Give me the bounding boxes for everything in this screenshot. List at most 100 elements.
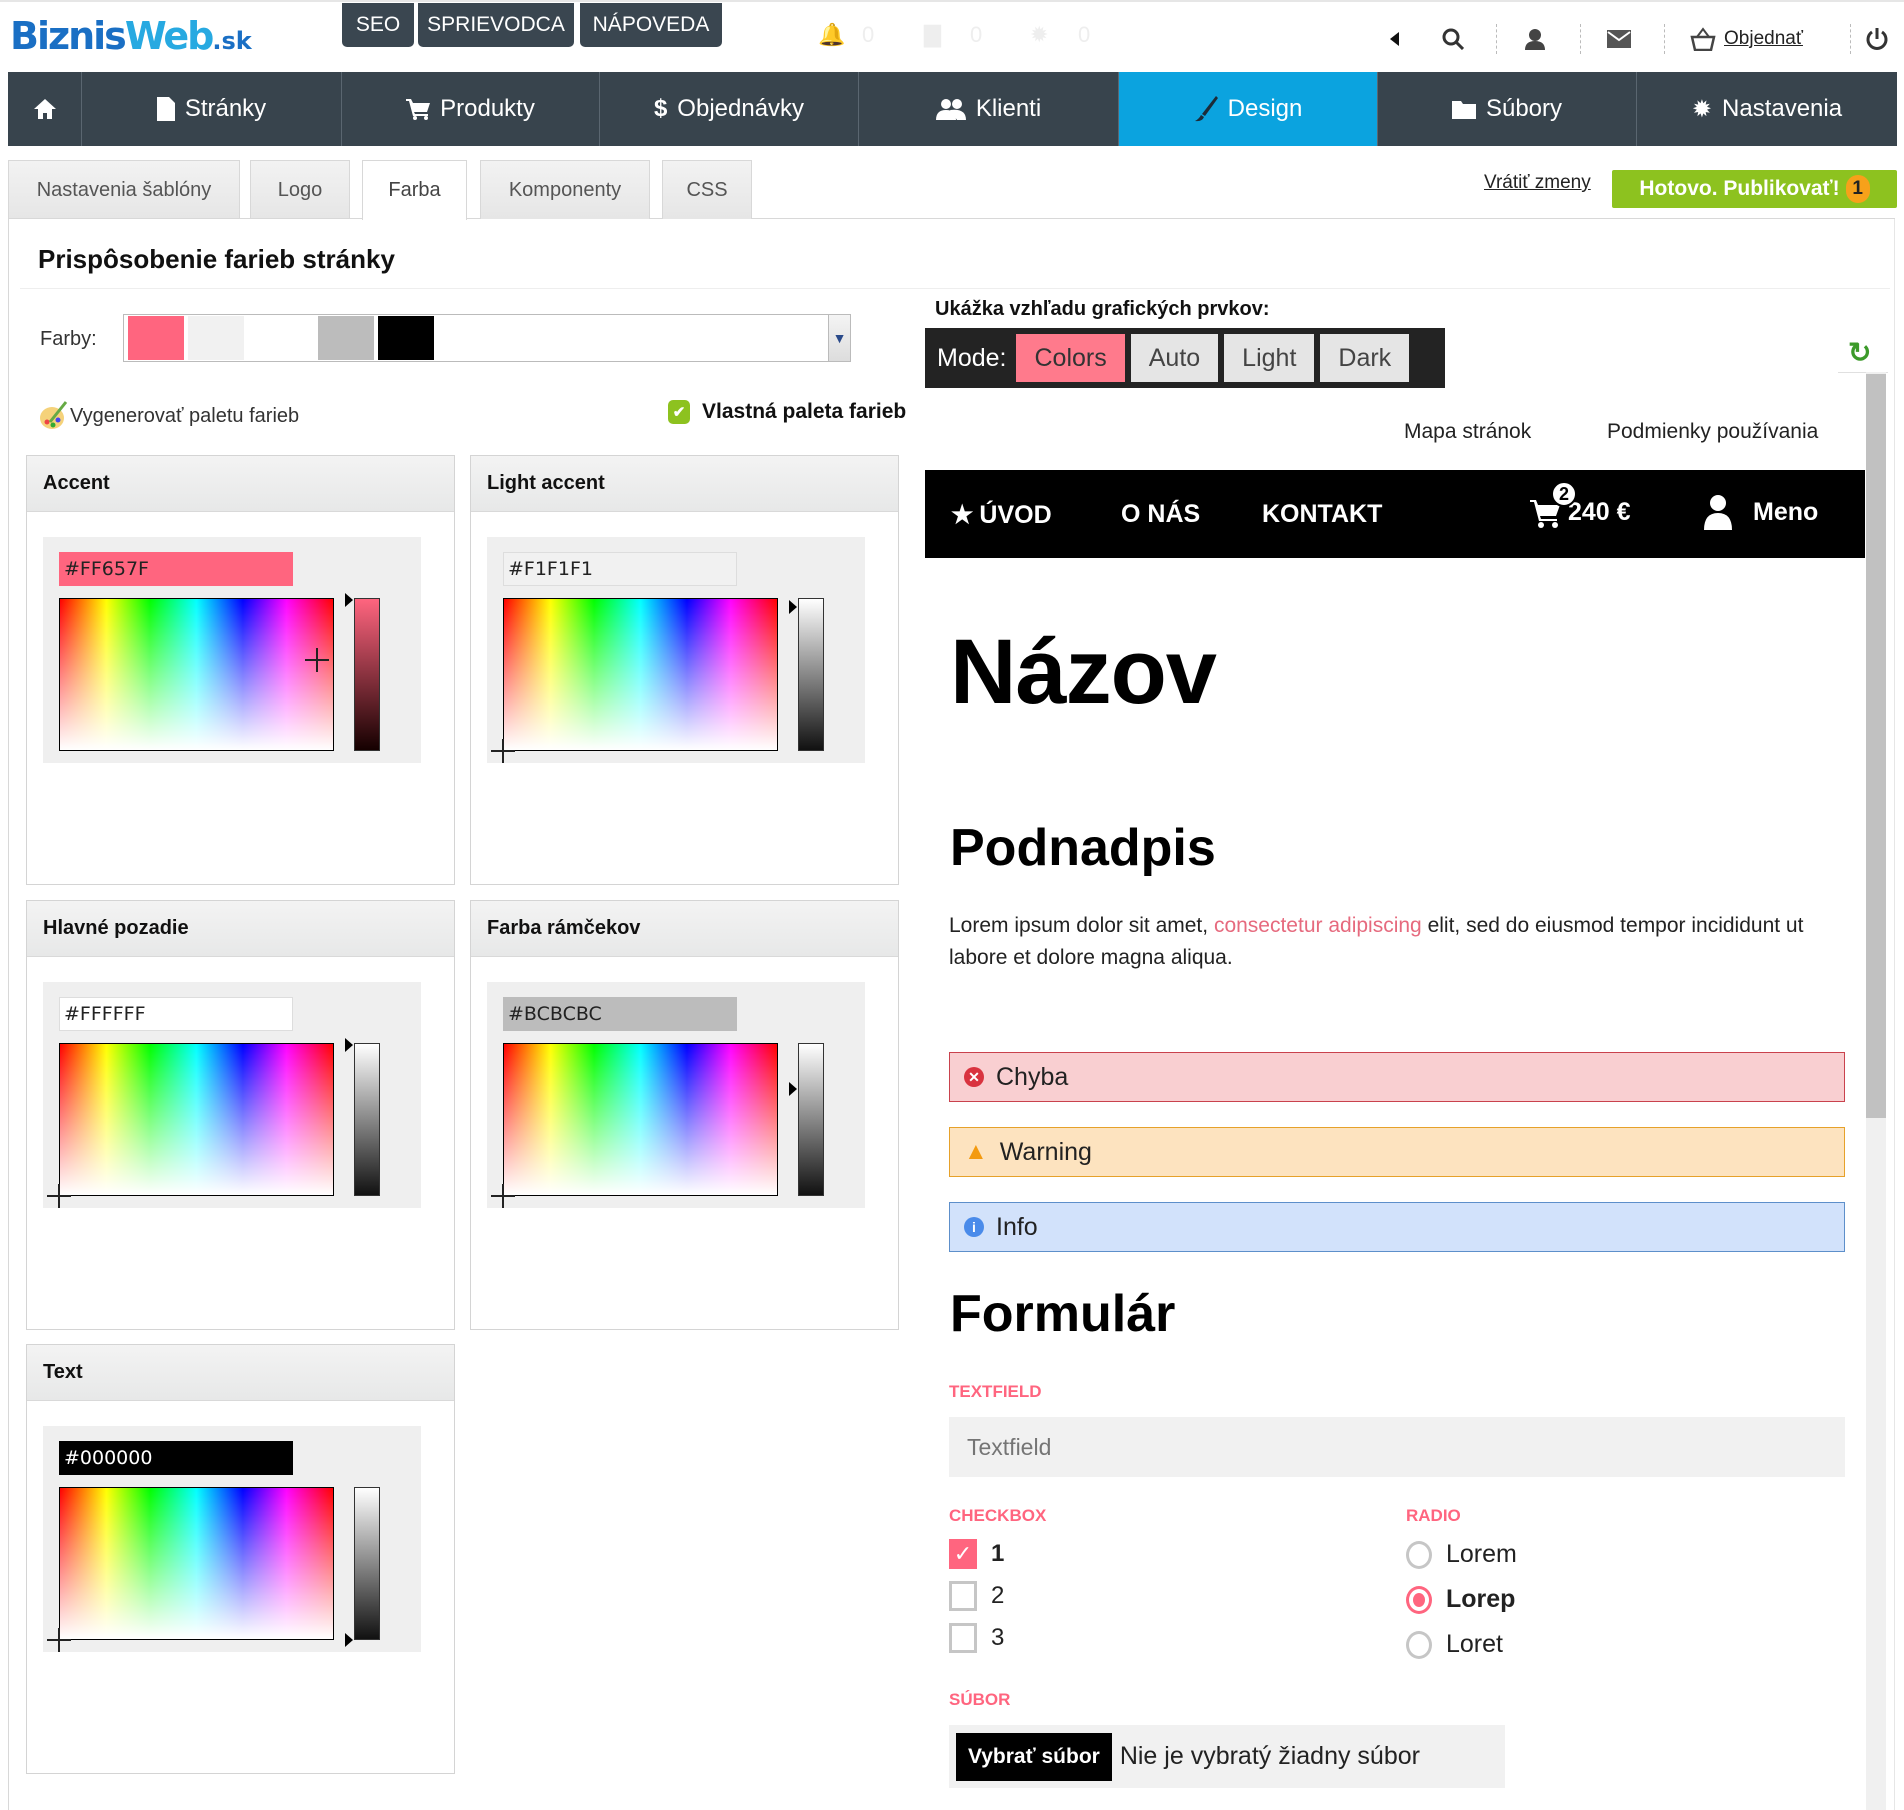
- separator: [1664, 24, 1665, 54]
- user-icon[interactable]: [1520, 24, 1550, 54]
- mode-light-button[interactable]: Light: [1224, 334, 1315, 382]
- palette-select[interactable]: ▼: [123, 314, 851, 362]
- crosshair-icon[interactable]: [491, 1184, 515, 1208]
- checkbox-item[interactable]: 3: [949, 1623, 1004, 1653]
- spectrum-area[interactable]: [503, 1043, 778, 1196]
- gear-icon: ✹: [1691, 95, 1713, 123]
- hex-input[interactable]: [59, 552, 293, 586]
- mode-dark-button[interactable]: Dark: [1320, 334, 1410, 382]
- spectrum-area[interactable]: [503, 598, 778, 751]
- refresh-icon[interactable]: ↻: [1848, 336, 1871, 369]
- revert-changes-link[interactable]: Vrátiť zmeny: [1484, 172, 1591, 194]
- help-button[interactable]: NÁPOVEDA: [580, 3, 722, 47]
- luminance-slider[interactable]: [354, 1043, 380, 1196]
- generate-palette-link[interactable]: Vygenerovať paletu farieb: [38, 400, 299, 432]
- hex-input[interactable]: [59, 1441, 293, 1475]
- nav-products[interactable]: Produkty: [342, 72, 600, 146]
- color-card-accent: Accent: [26, 455, 455, 885]
- file-input[interactable]: Vybrať súbor Nie je vybratý žiadny súbor: [949, 1725, 1505, 1788]
- nav-orders[interactable]: $ Objednávky: [600, 72, 859, 146]
- site-nav-contact[interactable]: KONTAKT: [1262, 500, 1382, 529]
- hex-input[interactable]: [503, 997, 737, 1031]
- slider-arrow-icon[interactable]: [345, 1633, 353, 1647]
- mail-icon[interactable]: [1604, 24, 1634, 54]
- tab-color[interactable]: Farba: [362, 160, 467, 220]
- cart-count-badge: 2: [1551, 481, 1577, 507]
- tab-template-settings[interactable]: Nastavenia šablóny: [8, 160, 240, 219]
- luminance-slider[interactable]: [798, 598, 824, 751]
- radio-item[interactable]: Loret: [1406, 1630, 1503, 1659]
- preview-textfield[interactable]: [949, 1417, 1845, 1477]
- terms-link[interactable]: Podmienky používania: [1607, 420, 1818, 444]
- bell-icon[interactable]: 🔔: [818, 22, 845, 48]
- luminance-slider[interactable]: [798, 1043, 824, 1196]
- tab-components[interactable]: Komponenty: [480, 160, 650, 219]
- order-link[interactable]: Objednať: [1724, 28, 1803, 50]
- luminance-slider[interactable]: [354, 598, 380, 751]
- slider-arrow-icon[interactable]: [789, 600, 797, 614]
- checkbox-checked[interactable]: ✓: [949, 1539, 977, 1569]
- mode-colors-button[interactable]: Colors: [1016, 334, 1125, 382]
- radio-item[interactable]: Lorem: [1406, 1540, 1517, 1569]
- tab-logo[interactable]: Logo: [250, 160, 350, 219]
- nav-design[interactable]: Design: [1119, 72, 1378, 146]
- slider-arrow-icon[interactable]: [345, 593, 353, 607]
- checkbox-unchecked[interactable]: [949, 1581, 977, 1611]
- slider-arrow-icon[interactable]: [789, 1082, 797, 1096]
- radio-item[interactable]: Lorep: [1406, 1585, 1515, 1614]
- color-card-light-accent: Light accent: [470, 455, 899, 885]
- palette-label: Farby:: [40, 328, 97, 350]
- logo[interactable]: BiznisWeb.sk: [10, 14, 252, 58]
- gear-icon[interactable]: ✹: [1030, 22, 1048, 48]
- crosshair-icon[interactable]: [47, 1628, 71, 1652]
- nav-home[interactable]: [8, 72, 82, 146]
- spectrum-area[interactable]: [59, 598, 334, 751]
- sitemap-link[interactable]: Mapa stránok: [1404, 420, 1531, 444]
- mode-auto-button[interactable]: Auto: [1130, 334, 1219, 382]
- site-cart[interactable]: 240 €: [1530, 496, 1631, 528]
- palette-icon: [40, 401, 68, 429]
- nav-clients[interactable]: Klienti: [859, 72, 1119, 146]
- shopping-bag-icon[interactable]: ▇: [924, 22, 941, 48]
- checkbox-unchecked[interactable]: [949, 1623, 977, 1653]
- slider-arrow-icon[interactable]: [345, 1038, 353, 1052]
- spectrum-area[interactable]: [59, 1043, 334, 1196]
- crosshair-icon[interactable]: [47, 1184, 71, 1208]
- card-title: Accent: [27, 456, 454, 512]
- nav-settings[interactable]: ✹ Nastavenia: [1637, 72, 1897, 146]
- power-icon[interactable]: [1862, 24, 1892, 54]
- seo-button[interactable]: SEO: [342, 3, 414, 47]
- mode-label: Mode:: [937, 343, 1007, 372]
- chevron-down-icon[interactable]: ▼: [828, 315, 850, 361]
- spectrum-area[interactable]: [59, 1487, 334, 1640]
- crosshair-icon[interactable]: [305, 648, 329, 672]
- site-nav-home[interactable]: ★ ÚVOD: [951, 500, 1052, 530]
- checkbox-item[interactable]: ✓ 1: [949, 1539, 1004, 1569]
- hex-input[interactable]: [59, 997, 293, 1031]
- checkbox-item[interactable]: 2: [949, 1581, 1004, 1611]
- radio-unselected[interactable]: [1406, 1540, 1432, 1569]
- nav-pages[interactable]: Stránky: [82, 72, 342, 146]
- choose-file-button[interactable]: Vybrať súbor: [956, 1732, 1112, 1781]
- search-icon[interactable]: [1438, 24, 1468, 54]
- scrollbar-thumb[interactable]: [1866, 374, 1886, 1118]
- color-picker: [487, 537, 865, 763]
- basket-icon[interactable]: [1688, 24, 1718, 54]
- custom-palette-checkbox[interactable]: ✔ Vlastná paleta farieb: [668, 400, 906, 424]
- page-icon: [156, 97, 175, 121]
- publish-button[interactable]: Hotovo. Publikovať! 1: [1612, 170, 1897, 208]
- guide-button[interactable]: SPRIEVODCA: [418, 3, 574, 47]
- tab-css[interactable]: CSS: [662, 160, 752, 219]
- site-nav-about[interactable]: O NÁS: [1121, 500, 1200, 529]
- crosshair-icon[interactable]: [491, 739, 515, 763]
- card-title: Farba rámčekov: [471, 901, 898, 957]
- radio-unselected[interactable]: [1406, 1630, 1432, 1659]
- site-user[interactable]: Meno: [1703, 494, 1818, 530]
- nav-files[interactable]: Súbory: [1378, 72, 1637, 146]
- hex-input[interactable]: [503, 552, 737, 586]
- luminance-slider[interactable]: [354, 1487, 380, 1640]
- paragraph-link[interactable]: consectetur adipiscing: [1214, 914, 1422, 937]
- form-heading: Formulár: [950, 1285, 1176, 1343]
- radio-selected[interactable]: [1406, 1585, 1432, 1614]
- collapse-arrow-icon[interactable]: [1380, 24, 1410, 54]
